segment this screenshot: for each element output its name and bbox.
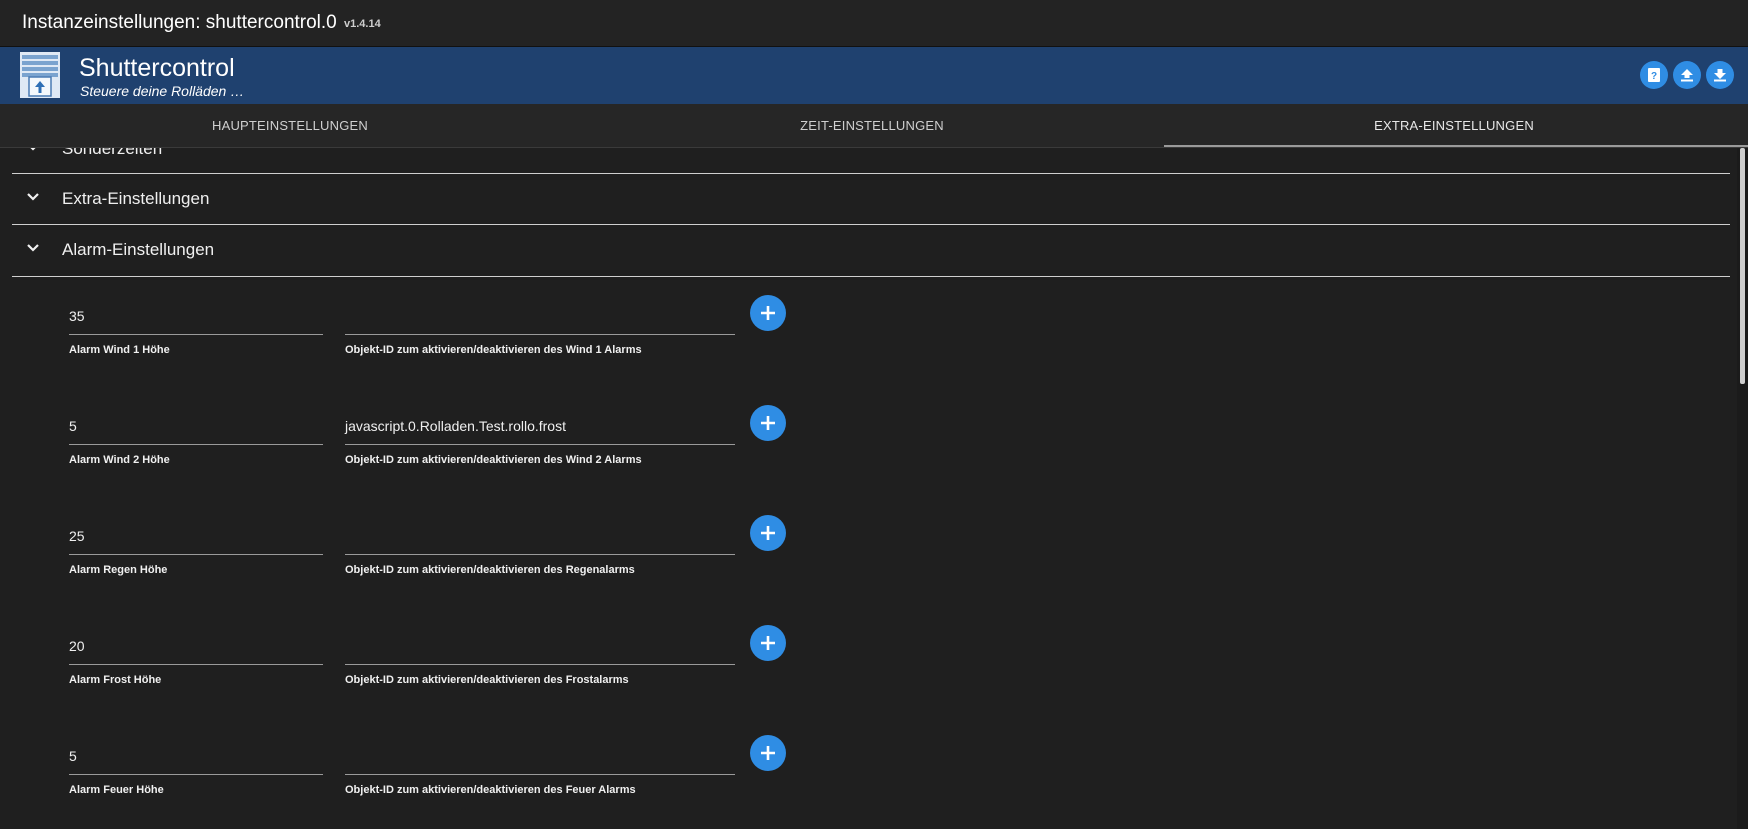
app-title: Shuttercontrol <box>79 54 235 82</box>
alarm-wind2-height-label: Alarm Wind 2 Höhe <box>69 454 170 466</box>
section-sonderzeiten[interactable]: Sonderzeiten <box>12 148 1730 174</box>
scrollbar-thumb[interactable] <box>1740 148 1745 384</box>
alarm-feuer-object-id-input[interactable] <box>345 748 735 775</box>
download-icon <box>1714 69 1726 82</box>
chevron-down-icon <box>27 244 39 252</box>
alarm-wind1-object-id-label: Objekt-ID zum aktivieren/deaktivieren de… <box>345 344 642 356</box>
section-extra-einstellungen[interactable]: Extra-Einstellungen <box>12 174 1730 225</box>
plus-icon <box>761 636 775 650</box>
alarm-row-regen: 25 Alarm Regen Höhe Objekt-ID zum aktivi… <box>12 515 1730 628</box>
alarm-wind2-object-id-input[interactable]: javascript.0.Rolladen.Test.rollo.frost <box>345 418 735 445</box>
alarm-row-frost: 20 Alarm Frost Höhe Objekt-ID zum aktivi… <box>12 625 1730 738</box>
alarm-frost-object-id-label: Objekt-ID zum aktivieren/deaktivieren de… <box>345 674 629 686</box>
alarm-wind1-height-label: Alarm Wind 1 Höhe <box>69 344 170 356</box>
alarm-wind1-object-id-input[interactable] <box>345 308 735 335</box>
alarm-row-feuer: 5 Alarm Feuer Höhe Objekt-ID zum aktivie… <box>12 735 1730 829</box>
alarm-wind2-object-id-label: Objekt-ID zum aktivieren/deaktivieren de… <box>345 454 642 466</box>
section-label: Sonderzeiten <box>62 148 163 158</box>
plus-icon <box>761 416 775 430</box>
plus-icon <box>761 526 775 540</box>
version-label: v1.4.14 <box>344 18 381 30</box>
alarm-feuer-object-id-label: Objekt-ID zum aktivieren/deaktivieren de… <box>345 784 636 796</box>
alarm-feuer-height-label: Alarm Feuer Höhe <box>69 784 164 796</box>
app-header: Shuttercontrol Steuere deine Rolläden … … <box>0 47 1748 104</box>
active-tab-indicator <box>1164 145 1748 147</box>
alarm-regen-height-label: Alarm Regen Höhe <box>69 564 168 576</box>
alarm-wind2-height-input[interactable]: 5 <box>69 418 323 445</box>
alarm-row-wind2: 5 Alarm Wind 2 Höhe javascript.0.Rollade… <box>12 405 1730 518</box>
upload-button[interactable] <box>1673 61 1701 89</box>
tab-bar: HAUPTEINSTELLUNGEN ZEIT-EINSTELLUNGEN EX… <box>0 104 1748 148</box>
tab-haupteinstellungen[interactable]: HAUPTEINSTELLUNGEN <box>0 104 580 148</box>
window-title: Instanzeinstellungen: shuttercontrol.0 <box>22 12 337 33</box>
help-icon: ? <box>1648 68 1660 82</box>
vertical-scrollbar[interactable] <box>1737 148 1748 829</box>
alarm-frost-height-label: Alarm Frost Höhe <box>69 674 162 686</box>
svg-text:?: ? <box>1651 71 1657 82</box>
alarm-frost-object-id-input[interactable] <box>345 638 735 665</box>
section-alarm-einstellungen[interactable]: Alarm-Einstellungen <box>12 225 1730 277</box>
help-button[interactable]: ? <box>1640 61 1668 89</box>
chevron-down-icon <box>27 193 39 201</box>
section-label: Extra-Einstellungen <box>62 189 210 208</box>
download-button[interactable] <box>1706 61 1734 89</box>
window-titlebar: Instanzeinstellungen: shuttercontrol.0 v… <box>0 0 1748 47</box>
upload-icon <box>1681 69 1693 82</box>
section-label: Alarm-Einstellungen <box>62 240 215 259</box>
alarm-regen-object-id-label: Objekt-ID zum aktivieren/deaktivieren de… <box>345 564 635 576</box>
chevron-down-icon <box>30 148 36 151</box>
alarm-feuer-height-input[interactable]: 5 <box>69 748 323 775</box>
settings-content: Sonderzeiten Extra-Einstellungen Alarm-E… <box>12 148 1730 829</box>
add-object-id-button[interactable] <box>750 515 786 551</box>
plus-icon <box>761 746 775 760</box>
alarm-wind1-height-input[interactable]: 35 <box>69 308 323 335</box>
plus-icon <box>761 306 775 320</box>
app-subtitle: Steuere deine Rolläden … <box>80 83 245 99</box>
alarm-row-wind1: 35 Alarm Wind 1 Höhe Objekt-ID zum aktiv… <box>12 295 1730 408</box>
alarm-regen-object-id-input[interactable] <box>345 528 735 555</box>
tab-zeit-einstellungen[interactable]: ZEIT-EINSTELLUNGEN <box>582 104 1162 148</box>
add-object-id-button[interactable] <box>750 405 786 441</box>
alarm-regen-height-input[interactable]: 25 <box>69 528 323 555</box>
add-object-id-button[interactable] <box>750 295 786 331</box>
add-object-id-button[interactable] <box>750 625 786 661</box>
shutter-logo-icon <box>20 52 60 98</box>
alarm-frost-height-input[interactable]: 20 <box>69 638 323 665</box>
tab-extra-einstellungen[interactable]: EXTRA-EINSTELLUNGEN <box>1164 104 1744 148</box>
add-object-id-button[interactable] <box>750 735 786 771</box>
